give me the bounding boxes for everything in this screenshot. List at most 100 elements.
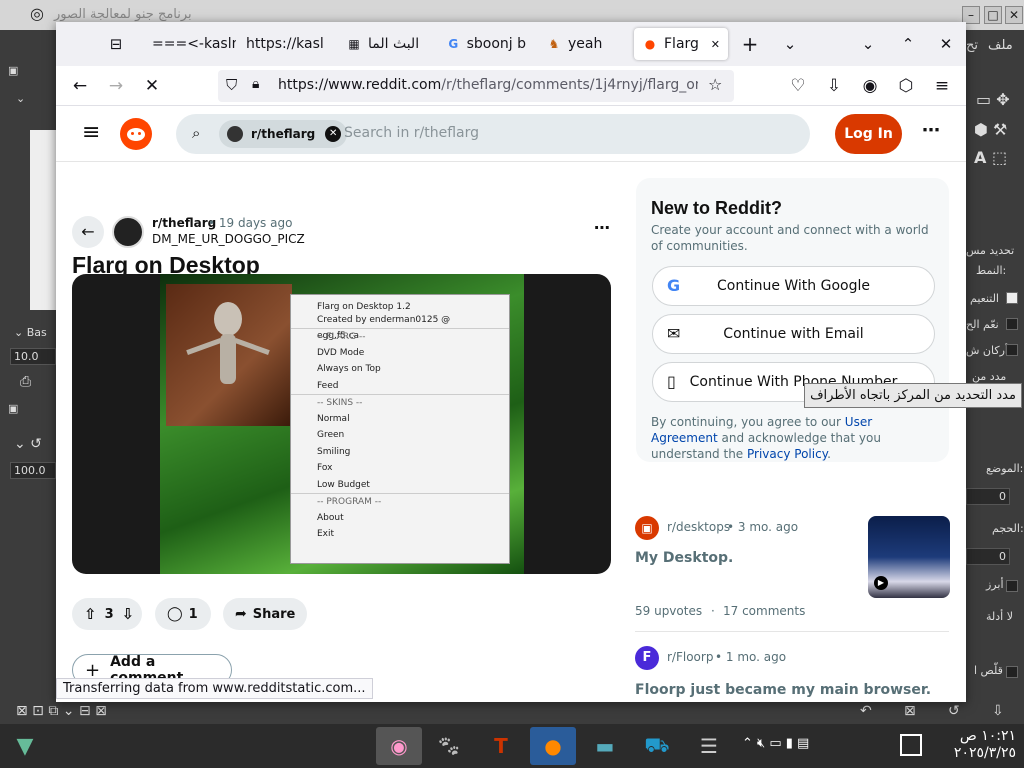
related-post-1[interactable]: ▣ r/desktops • 3 mo. ago My Desktop. 59 … xyxy=(635,516,950,632)
taskbar-app-1-icon[interactable]: ◉ xyxy=(376,727,422,765)
phone-icon: ▯ xyxy=(667,372,676,391)
comments-button[interactable]: ◯ 1 xyxy=(155,598,211,630)
stop-loading-icon[interactable]: ✕ xyxy=(140,74,164,98)
close-window-icon[interactable]: ✕ xyxy=(934,32,958,56)
clock[interactable]: ١٠:٢١ ص ٢٠٢٥/٣/٢٥ xyxy=(936,728,1016,762)
reddit-logo-icon[interactable] xyxy=(120,118,152,150)
undo-icon[interactable]: ↶ xyxy=(860,703,872,719)
save-icon[interactable]: ⇩ xyxy=(992,703,1004,719)
related-sub[interactable]: r/desktops xyxy=(667,520,730,534)
login-button[interactable]: Log In xyxy=(835,114,902,154)
menu-file[interactable]: ملف xyxy=(988,38,1013,53)
subreddit-avatar[interactable] xyxy=(112,216,144,248)
related-thumbnail[interactable]: ▶ xyxy=(868,516,950,598)
brush-preview[interactable] xyxy=(30,130,56,310)
close-button[interactable]: ✕ xyxy=(1005,6,1023,24)
menu-item-green: Green xyxy=(317,430,345,440)
related-sub[interactable]: r/Floorp xyxy=(667,650,713,664)
size-value[interactable]: 0 xyxy=(966,548,1010,565)
tab-2[interactable]: https://kasl xyxy=(238,28,334,60)
dock-menu-icon[interactable]: ▣ xyxy=(8,64,18,77)
floorp-avatar-icon: F xyxy=(635,646,659,670)
show-desktop-icon[interactable] xyxy=(900,734,922,756)
url-text[interactable]: https://www.reddit.com/r/theflarg/commen… xyxy=(278,77,698,93)
privacy-policy-link[interactable]: Privacy Policy xyxy=(747,447,827,461)
select-tool-icon[interactable]: ▭ ✥ xyxy=(976,90,1010,109)
start-menu-icon[interactable]: ▼ xyxy=(2,727,48,765)
back-icon[interactable]: ← xyxy=(68,74,92,98)
forward-icon[interactable]: → xyxy=(104,74,128,98)
download-icon[interactable]: ⇩ xyxy=(822,74,846,98)
maximize-button[interactable]: □ xyxy=(984,6,1002,24)
firefox-taskbar-icon[interactable]: ● xyxy=(530,727,576,765)
post-subreddit[interactable]: r/theflarg xyxy=(152,216,216,230)
continue-google-button[interactable]: G Continue With Google xyxy=(652,266,935,306)
text-tool-icon[interactable]: A ⬚ xyxy=(974,148,1007,167)
tab-1[interactable]: ===<-kaslm xyxy=(144,28,236,60)
rounded-checkbox[interactable] xyxy=(1006,344,1018,356)
tab-5[interactable]: ♞ yeah xyxy=(538,28,632,60)
bookmark-star-icon[interactable]: ☆ xyxy=(708,75,722,94)
paint-icon[interactable]: ⎙ xyxy=(20,374,31,390)
downvote-icon[interactable]: ⇩ xyxy=(122,605,135,623)
related-post-2[interactable]: F r/Floorp • 1 mo. ago Floorp just becam… xyxy=(635,646,949,702)
search-placeholder[interactable]: Search in r/theflarg xyxy=(344,125,479,141)
chevron-down-icon[interactable]: ⌄ xyxy=(16,92,25,105)
post-options-icon[interactable]: ⋯ xyxy=(594,218,610,237)
app-menu-icon[interactable]: ≡ xyxy=(930,74,954,98)
dock-menu-icon-2[interactable]: ▣ xyxy=(8,402,18,415)
shield-icon[interactable]: ⛉ xyxy=(226,76,237,94)
search-bar[interactable]: ⌕ r/theflarg ✕ Search in r/theflarg xyxy=(176,114,810,154)
tab-4[interactable]: Gsboonj b xyxy=(438,28,534,60)
tray-icons[interactable]: ⌃ 🔇︎ ▭ ▮ ▤ xyxy=(742,736,809,751)
post-image[interactable]: Flarg on Desktop 1.2 Created by enderman… xyxy=(72,274,611,574)
back-arrow-icon[interactable]: ← xyxy=(72,216,104,248)
store-icon[interactable]: ⛟ xyxy=(634,727,680,765)
tab-label: https://kasl xyxy=(246,36,324,52)
url-bar[interactable]: ⛉ 🔒︎ https://www.reddit.com/r/theflarg/c… xyxy=(218,70,734,102)
lock-icon[interactable]: 🔒︎ xyxy=(252,76,259,92)
tab-3[interactable]: ▦ البث الما xyxy=(338,28,438,60)
opacity-field[interactable]: 100.0 xyxy=(10,462,56,479)
extensions-icon[interactable]: ⬡ xyxy=(894,74,918,98)
file-manager-icon[interactable]: ▬ xyxy=(582,727,628,765)
menu-item-ontop: Always on Top xyxy=(317,364,381,374)
shrink-checkbox[interactable] xyxy=(1006,666,1018,678)
tab-active-flarg[interactable]: ● Flarg ✕ xyxy=(634,28,728,60)
toolbox-icons[interactable]: ⊠ ⊡ ⧉ ⌄ ⊟ ⊠ xyxy=(16,703,107,719)
chip-close-icon[interactable]: ✕ xyxy=(325,126,342,142)
continue-email-button[interactable]: ✉ Continue with Email xyxy=(652,314,935,354)
nav-bar: ← → ✕ ⛉ 🔒︎ https://www.reddit.com/r/thef… xyxy=(56,66,966,106)
subreddit-chip[interactable]: r/theflarg ✕ xyxy=(219,120,348,148)
minimize-icon[interactable]: ⌄ xyxy=(856,32,880,56)
menu-edit[interactable]: تح xyxy=(966,38,978,53)
text-app-icon[interactable]: T xyxy=(478,727,524,765)
account-icon[interactable]: ◉ xyxy=(858,74,882,98)
share-button[interactable]: ➦ Share xyxy=(223,598,307,630)
reset-icon[interactable]: ⌄ ↺ xyxy=(14,436,42,452)
brush-size-field[interactable]: 10.0 xyxy=(10,348,56,365)
position-value[interactable]: 0 xyxy=(966,488,1010,505)
feather-checkbox[interactable] xyxy=(1006,318,1018,330)
highlight-checkbox[interactable] xyxy=(1006,580,1018,592)
maximize-icon[interactable]: ⌃ xyxy=(896,32,920,56)
more-options-icon[interactable]: ⋯ xyxy=(922,120,940,141)
close-tab-icon[interactable]: ✕ xyxy=(711,38,720,51)
upvote-icon[interactable]: ⇧ xyxy=(84,605,97,623)
reset-icon-2[interactable]: ↺ xyxy=(948,703,960,719)
related-title[interactable]: Floorp just became my main browser. The … xyxy=(635,680,935,702)
label-guides[interactable]: لا أدلة xyxy=(986,610,1013,623)
new-tab-icon[interactable]: + xyxy=(738,32,762,56)
bucket-tool-icon[interactable]: ⬢ ⚒ xyxy=(974,120,1007,139)
related-title[interactable]: My Desktop. xyxy=(635,550,733,566)
label-mode: النمط: xyxy=(976,264,1007,277)
settings-icon[interactable]: ☰ xyxy=(686,727,732,765)
tab-list-icon[interactable]: ⌄ xyxy=(778,32,802,56)
pocket-icon[interactable]: ♡ xyxy=(786,74,810,98)
post-author[interactable]: DM_ME_UR_DOGGO_PICZ xyxy=(152,232,305,246)
antialias-checkbox[interactable] xyxy=(1006,292,1018,304)
gimp-taskbar-icon[interactable]: 🐾︎ xyxy=(426,727,472,765)
tab-overview-icon[interactable]: ⊟ xyxy=(104,32,128,56)
delete-icon[interactable]: ⊠ xyxy=(904,703,916,719)
hamburger-icon[interactable]: ≡ xyxy=(82,120,100,145)
